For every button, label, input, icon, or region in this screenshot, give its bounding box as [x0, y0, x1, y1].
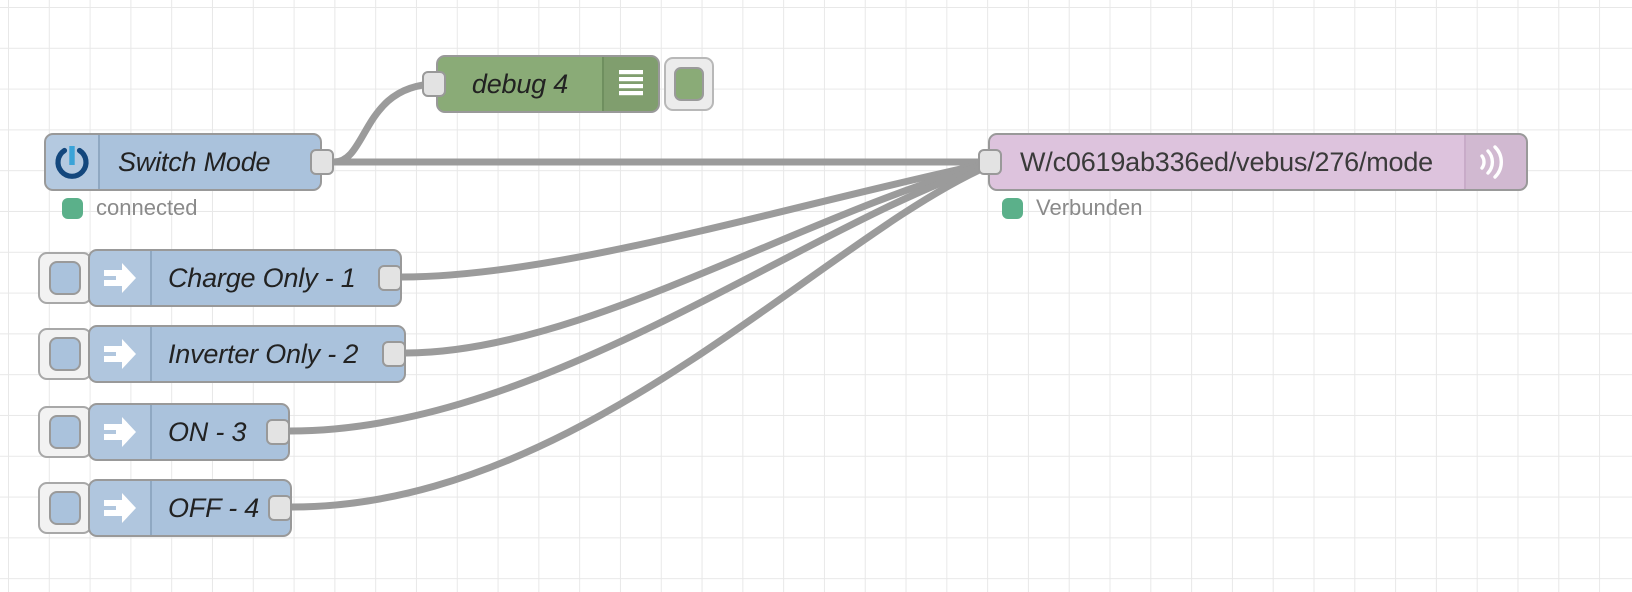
port-inject-on-3-output[interactable] — [266, 419, 290, 445]
inject-fire-indicator — [49, 337, 81, 371]
node-switch-mode[interactable]: Switch Mode — [44, 133, 322, 191]
node-mqtt-out-label: W/c0619ab336ed/vebus/276/mode — [1020, 146, 1434, 177]
status-dot-green — [1002, 197, 1023, 219]
inject-fire-button[interactable] — [38, 252, 92, 304]
node-debug-label: debug 4 — [471, 68, 569, 99]
node-inject-off-4[interactable]: OFF - 4 — [88, 479, 292, 537]
power-toggle-icon — [46, 135, 100, 189]
node-inject-inverter-only-2-label: Inverter Only - 2 — [168, 338, 359, 369]
inject-fire-button[interactable] — [38, 482, 92, 534]
port-debug-input[interactable] — [422, 71, 446, 97]
node-debug[interactable]: debug 4 — [436, 55, 660, 113]
wire-switchmode-to-debug — [330, 80, 440, 166]
port-inject-off-4-output[interactable] — [268, 495, 292, 521]
port-mqtt-out-input[interactable] — [978, 149, 1002, 175]
inject-arrow-icon — [90, 405, 152, 459]
inject-arrow-icon — [90, 251, 152, 305]
inject-fire-button[interactable] — [38, 328, 92, 380]
node-switch-mode-label: Switch Mode — [118, 146, 271, 177]
inject-fire-button[interactable] — [38, 406, 92, 458]
status-dot-green — [62, 197, 83, 219]
wire-inject1-to-mqtt — [398, 159, 992, 281]
status-switch-mode: connected — [62, 195, 198, 221]
port-inject-charge-only-1-output[interactable] — [378, 265, 402, 291]
status-switch-mode-text: connected — [96, 195, 198, 220]
inject-fire-indicator — [49, 415, 81, 449]
status-mqtt-out-text: Verbunden — [1036, 195, 1143, 220]
debug-list-icon — [602, 57, 658, 111]
node-inject-on-3[interactable]: ON - 3 — [88, 403, 290, 461]
inject-fire-indicator — [49, 491, 81, 525]
mqtt-broadcast-icon — [1464, 135, 1526, 189]
inject-arrow-icon — [90, 481, 152, 535]
node-inject-charge-only-1[interactable]: Charge Only - 1 — [88, 249, 402, 307]
debug-toggle-indicator — [674, 67, 704, 101]
port-switch-mode-output[interactable] — [310, 149, 334, 175]
inject-arrow-icon — [90, 327, 152, 381]
node-mqtt-out[interactable]: W/c0619ab336ed/vebus/276/mode — [988, 133, 1528, 191]
wire-inject2-to-mqtt — [402, 160, 992, 357]
inject-fire-indicator — [49, 261, 81, 295]
status-mqtt-out: Verbunden — [1002, 195, 1142, 221]
debug-toggle-button[interactable] — [664, 57, 714, 111]
node-inject-charge-only-1-label: Charge Only - 1 — [168, 262, 356, 293]
flow-canvas[interactable]: Switch Mode connected debug 4 W/c0619ab3… — [0, 0, 1632, 592]
node-inject-inverter-only-2[interactable]: Inverter Only - 2 — [88, 325, 406, 383]
port-inject-inverter-only-2-output[interactable] — [382, 341, 406, 367]
